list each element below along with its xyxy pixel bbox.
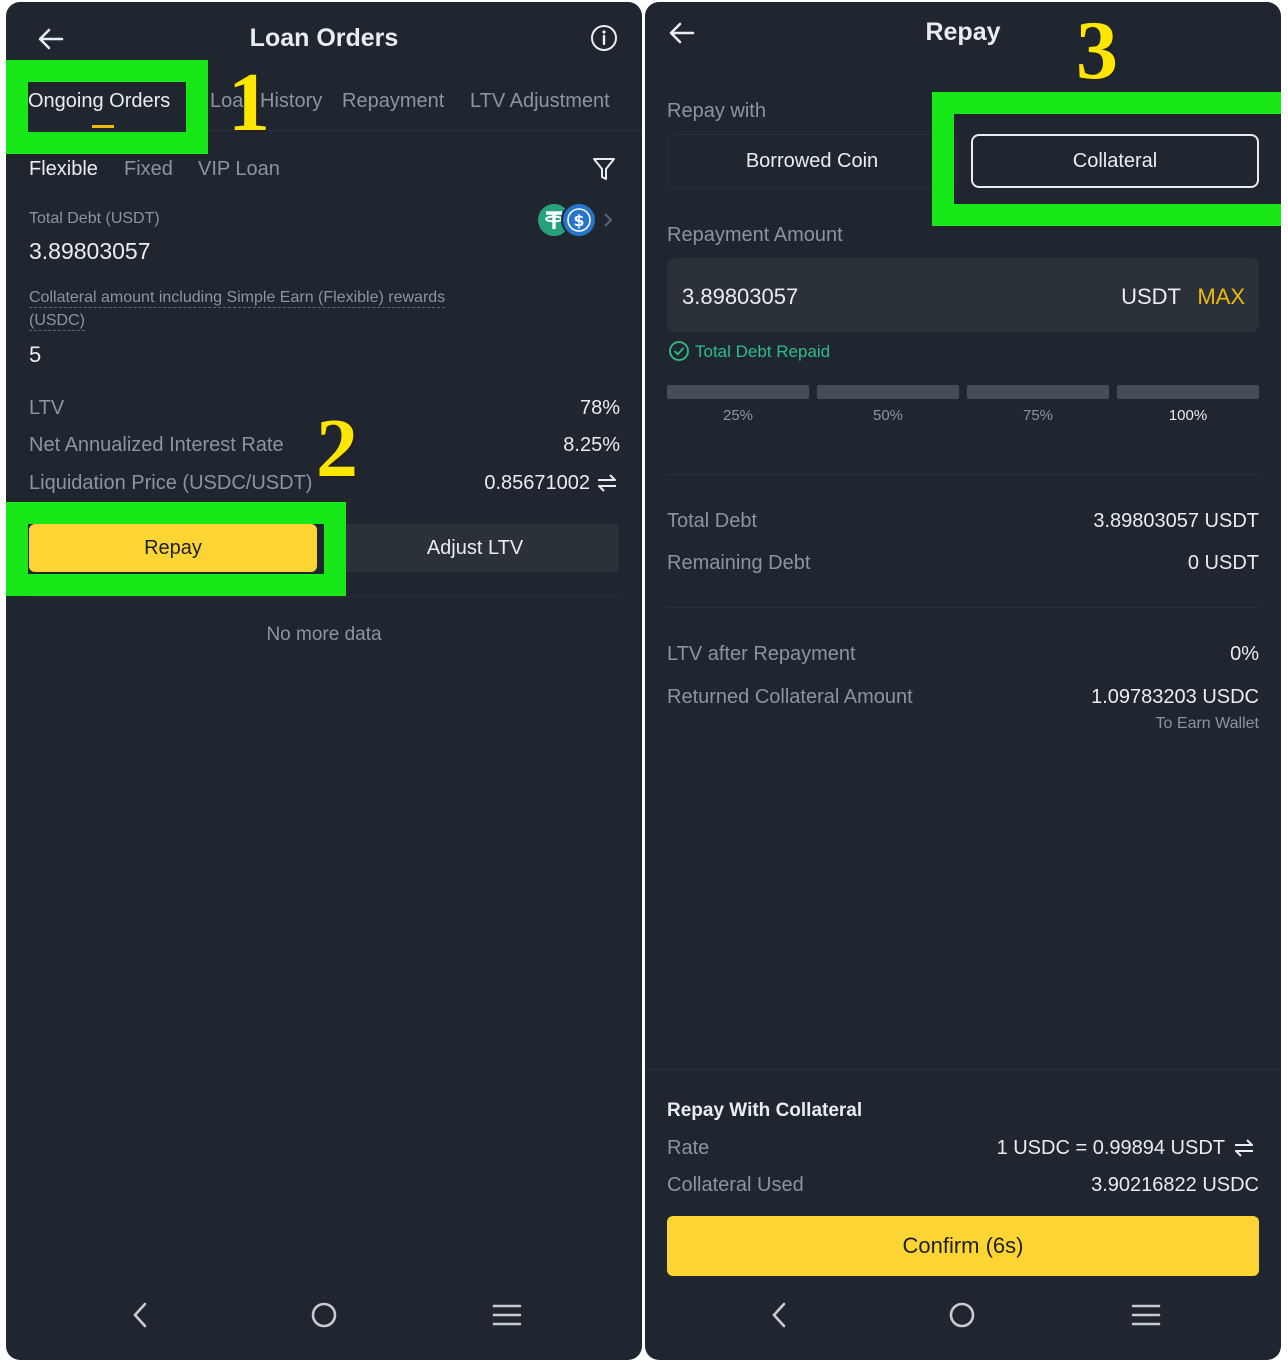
repay-button[interactable]: Repay xyxy=(29,524,317,572)
percent-bar-100[interactable] xyxy=(1117,385,1259,399)
tab-ltv-adjustment[interactable]: LTV Adjustment xyxy=(470,90,610,113)
collateral-used-value: 3.90216822 USDC xyxy=(1091,1174,1259,1196)
swap-icon[interactable] xyxy=(1233,1138,1255,1158)
filter-icon[interactable] xyxy=(592,156,616,182)
ltv-label: LTV xyxy=(29,397,65,419)
bottom-divider xyxy=(645,1069,1281,1070)
chevron-right-icon[interactable] xyxy=(602,212,614,228)
no-more-data-text: No more data xyxy=(266,624,382,645)
ltv-after-label: LTV after Repayment xyxy=(667,643,856,665)
amount-unit: USDT xyxy=(1121,284,1181,309)
collateral-value: 5 xyxy=(29,342,42,367)
subtab-vip-loan[interactable]: VIP Loan xyxy=(198,158,280,181)
repay-screen: Repay Repay with Borrowed Coin Collatera… xyxy=(645,2,1281,1360)
percent-bar-75[interactable] xyxy=(967,385,1109,399)
total-debt-value: 3.89803057 USDT xyxy=(1093,510,1259,532)
nav-back-icon[interactable] xyxy=(767,1300,791,1330)
list-divider xyxy=(28,596,620,597)
max-button[interactable]: MAX xyxy=(1197,284,1245,310)
section-divider xyxy=(667,607,1259,608)
remaining-debt-label: Remaining Debt xyxy=(667,552,811,574)
returned-collateral-label: Returned Collateral Amount xyxy=(667,686,913,708)
amount-input-value[interactable]: 3.89803057 xyxy=(682,284,798,310)
page-title: Repay xyxy=(925,18,1001,46)
remaining-debt-value: 0 USDT xyxy=(1187,552,1259,574)
subtab-flexible[interactable]: Flexible xyxy=(29,158,98,181)
svg-text:$: $ xyxy=(573,211,584,230)
liquidation-price-label: Liquidation Price (USDC/USDT) xyxy=(29,472,313,494)
percent-bar-50[interactable] xyxy=(817,385,959,399)
nav-back-icon[interactable] xyxy=(128,1300,152,1330)
percent-label-50[interactable]: 50% xyxy=(817,407,959,424)
rate-value: 1 USDC = 0.99894 USDT xyxy=(996,1137,1225,1159)
total-debt-label: Total Debt (USDT) xyxy=(29,210,160,227)
total-debt-repaid-text: Total Debt Repaid xyxy=(695,342,831,361)
total-debt-value: 3.89803057 xyxy=(29,238,151,264)
nav-menu-icon[interactable] xyxy=(492,1302,522,1328)
check-circle-icon xyxy=(669,341,689,361)
option-borrowed-coin[interactable]: Borrowed Coin xyxy=(667,134,957,188)
percent-label-100[interactable]: 100% xyxy=(1117,407,1259,424)
ltv-after-value: 0% xyxy=(1230,643,1259,665)
repay-with-label: Repay with xyxy=(667,100,766,122)
usdc-coin-icon: $ xyxy=(561,202,597,238)
tabs-divider xyxy=(6,130,642,131)
repayment-amount-label: Repayment Amount xyxy=(667,224,843,246)
swap-icon[interactable] xyxy=(596,473,618,493)
system-nav-bar xyxy=(6,1290,642,1360)
nav-home-icon[interactable] xyxy=(309,1300,339,1330)
nav-home-icon[interactable] xyxy=(947,1300,977,1330)
percent-bar-25[interactable] xyxy=(667,385,809,399)
loan-orders-screen: Loan Orders Ongoing Orders Loan History … xyxy=(6,2,642,1360)
step-2-marker: 2 xyxy=(316,402,358,495)
ltv-value: 78% xyxy=(579,397,620,419)
collateral-used-label: Collateral Used xyxy=(667,1174,804,1196)
section-divider xyxy=(667,474,1259,475)
collateral-label-unit: (USDC) xyxy=(29,312,85,331)
page-title: Loan Orders xyxy=(249,24,399,52)
rate-label: Rate xyxy=(667,1137,710,1159)
adjust-ltv-button[interactable]: Adjust LTV xyxy=(331,524,619,572)
nav-menu-icon[interactable] xyxy=(1131,1302,1161,1328)
active-tab-indicator xyxy=(92,125,114,128)
step-3-marker: 3 xyxy=(1076,4,1118,97)
repay-with-collateral-title: Repay With Collateral xyxy=(667,1100,863,1121)
total-debt-label: Total Debt xyxy=(667,510,758,532)
option-collateral[interactable]: Collateral xyxy=(971,134,1259,188)
step-1-marker: 1 xyxy=(228,56,270,149)
to-earn-wallet-note: To Earn Wallet xyxy=(1155,715,1259,732)
interest-rate-value: 8.25% xyxy=(563,434,620,456)
info-icon[interactable] xyxy=(590,24,618,52)
subtab-fixed[interactable]: Fixed xyxy=(124,158,173,181)
confirm-button[interactable]: Confirm (6s) xyxy=(667,1216,1259,1276)
repayment-amount-field[interactable]: 3.89803057 USDT MAX xyxy=(667,258,1259,332)
system-nav-bar xyxy=(645,1290,1281,1360)
tab-ongoing-orders[interactable]: Ongoing Orders xyxy=(28,90,170,113)
percent-label-75[interactable]: 75% xyxy=(967,407,1109,424)
collateral-label[interactable]: Collateral amount including Simple Earn … xyxy=(29,289,446,308)
tab-repayment[interactable]: Repayment xyxy=(342,90,444,113)
interest-rate-label: Net Annualized Interest Rate xyxy=(29,434,284,456)
returned-collateral-value: 1.09783203 USDC xyxy=(1091,686,1259,708)
percent-label-25[interactable]: 25% xyxy=(667,407,809,424)
liquidation-price-value: 0.85671002 xyxy=(484,472,590,494)
